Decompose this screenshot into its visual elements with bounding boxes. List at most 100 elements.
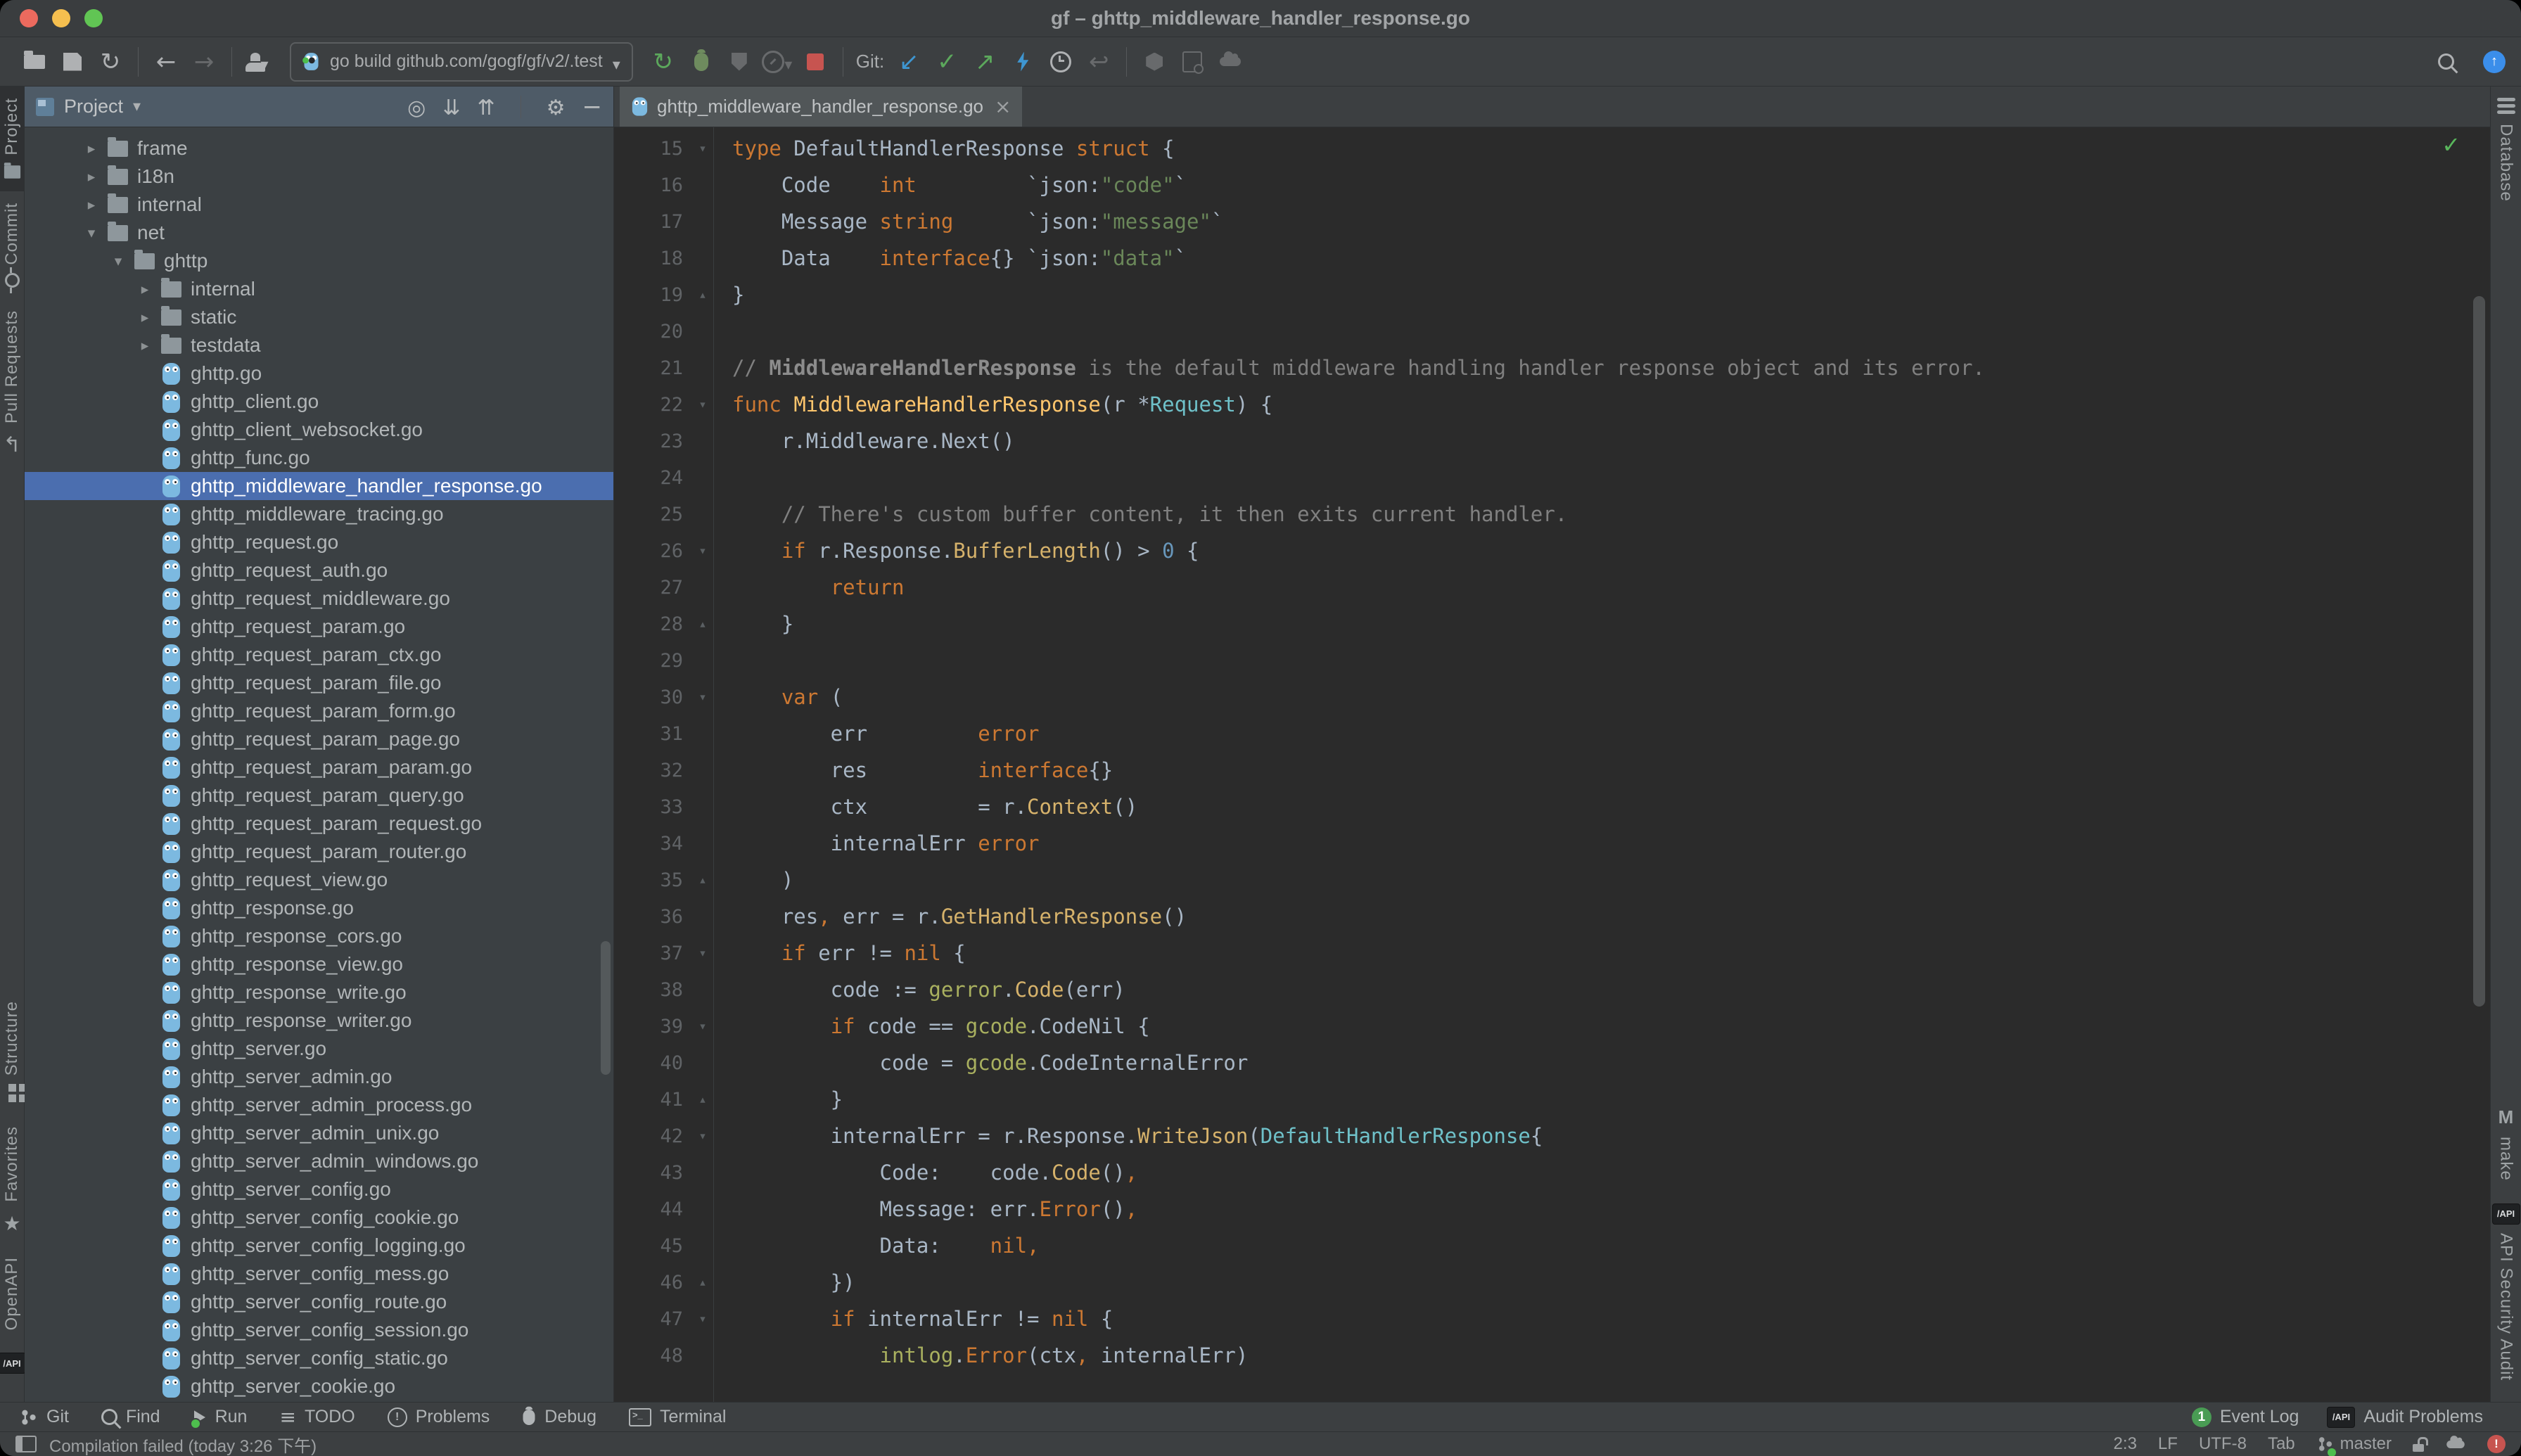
open-file-icon[interactable] [17,44,52,80]
tree-item-ghttp[interactable]: ▾ghttp [25,247,613,275]
code-line-23[interactable]: 23 r.Middleware.Next() [614,423,2490,459]
code-with-me-button[interactable] [242,44,277,80]
tool-button-openapi[interactable]: OpenAPI [0,1246,24,1341]
code-line-29[interactable]: 29 [614,642,2490,679]
toolwindow-toggle-icon[interactable] [15,1436,37,1452]
tree-item-ghttp_server_admin_process.go[interactable]: ghttp_server_admin_process.go [25,1091,613,1119]
chevron-down-icon[interactable]: ▾ [105,253,132,270]
search-everywhere-button[interactable] [2428,44,2463,80]
fold-open-icon[interactable]: ▾ [691,1128,714,1144]
caret-position[interactable]: 2:3 [2114,1434,2137,1454]
tool-button-api[interactable] [0,1341,24,1402]
code-line-28[interactable]: 28▴ } [614,606,2490,642]
tree-item-ghttp.go[interactable]: ghttp.go [25,359,613,388]
line-separator[interactable]: LF [2158,1434,2178,1454]
chevron-down-icon[interactable] [133,99,141,115]
tree-item-ghttp_request_param_query.go[interactable]: ghttp_request_param_query.go [25,781,613,810]
rollback-button[interactable] [1081,44,1116,80]
fold-open-icon[interactable]: ▾ [691,397,714,412]
tree-item-ghttp_server_admin_windows.go[interactable]: ghttp_server_admin_windows.go [25,1147,613,1175]
git-update-button[interactable] [891,44,926,80]
close-icon[interactable] [995,97,1011,117]
navigate-back-button[interactable] [148,44,184,80]
tool-button-pull-requests[interactable]: Pull Requests [0,299,24,467]
tree-item-frame[interactable]: ▸frame [25,134,613,162]
fold-close-icon[interactable]: ▴ [691,616,714,632]
tree-item-static[interactable]: ▸static [25,303,613,331]
fold-close-icon[interactable]: ▴ [691,287,714,302]
fold-close-icon[interactable]: ▴ [691,872,714,888]
code-line-42[interactable]: 42▾ internalErr = r.Response.WriteJson(D… [614,1118,2490,1154]
code-line-15[interactable]: 15▾type DefaultHandlerResponse struct { [614,130,2490,167]
tree-item-ghttp_server_config_logging.go[interactable]: ghttp_server_config_logging.go [25,1232,613,1260]
tree-item-ghttp_server_cookie.go[interactable]: ghttp_server_cookie.go [25,1372,613,1400]
editor-tab-active[interactable]: ghttp_middleware_handler_response.go [620,87,1022,127]
code-line-20[interactable]: 20 [614,313,2490,350]
chevron-right-icon[interactable]: ▸ [132,337,158,355]
tree-item-ghttp_middleware_tracing.go[interactable]: ghttp_middleware_tracing.go [25,500,613,528]
git-push-button[interactable] [967,44,1002,80]
tree-item-ghttp_client.go[interactable]: ghttp_client.go [25,388,613,416]
code-line-34[interactable]: 34 internalErr error [614,825,2490,862]
ide-update-button[interactable] [2483,51,2506,73]
tool-button-make[interactable]: make [2491,1095,2521,1192]
fold-open-icon[interactable]: ▾ [691,945,714,961]
save-all-icon[interactable] [55,44,90,80]
code-line-31[interactable]: 31 err error [614,715,2490,752]
close-window-button[interactable] [20,9,38,27]
run-button[interactable] [646,44,681,80]
code-line-16[interactable]: 16 Code int `json:"code"` [614,167,2490,203]
tree-item-ghttp_server.go[interactable]: ghttp_server.go [25,1035,613,1063]
coverage-button[interactable] [722,44,757,80]
code-line-41[interactable]: 41▴ } [614,1081,2490,1118]
toolwindow-button-debug[interactable]: Debug [522,1407,596,1427]
code-line-38[interactable]: 38 code := gerror.Code(err) [614,971,2490,1008]
toolwindow-button-run[interactable]: Run [193,1407,248,1427]
tree-item-ghttp_request_param_ctx.go[interactable]: ghttp_request_param_ctx.go [25,641,613,669]
error-indicator-icon[interactable] [2487,1435,2506,1453]
editor-scrollbar[interactable] [2473,296,2485,1007]
tree-item-ghttp_func.go[interactable]: ghttp_func.go [25,444,613,472]
code-line-17[interactable]: 17 Message string `json:"message"` [614,203,2490,240]
tree-item-ghttp_request_middleware.go[interactable]: ghttp_request_middleware.go [25,585,613,613]
minimize-window-button[interactable] [52,9,70,27]
tree-item-internal[interactable]: ▸internal [25,275,613,303]
tree-item-ghttp_response_write.go[interactable]: ghttp_response_write.go [25,978,613,1007]
tree-item-i18n[interactable]: ▸i18n [25,162,613,191]
tree-item-ghttp_server_config_session.go[interactable]: ghttp_server_config_session.go [25,1316,613,1344]
zoom-window-button[interactable] [84,9,103,27]
code-line-18[interactable]: 18 Data interface{} `json:"data"` [614,240,2490,276]
git-branch-widget[interactable]: master [2316,1434,2392,1454]
tool-button-project[interactable]: Project [0,87,24,191]
code-line-36[interactable]: 36 res, err = r.GetHandlerResponse() [614,898,2490,935]
tree-item-ghttp_request_param_param.go[interactable]: ghttp_request_param_param.go [25,753,613,781]
tool-button-structure[interactable]: Structure [0,990,24,1115]
gear-icon[interactable] [547,95,566,119]
inspection-ok-icon[interactable]: ✓ [2442,132,2461,158]
find-usages-button[interactable] [1175,44,1210,80]
code-line-22[interactable]: 22▾func MiddlewareHandlerResponse(r *Req… [614,386,2490,423]
tree-item-ghttp_request_param_request.go[interactable]: ghttp_request_param_request.go [25,810,613,838]
code-line-19[interactable]: 19▴} [614,276,2490,313]
tree-item-ghttp_middleware_handler_response.go[interactable]: ghttp_middleware_handler_response.go [25,472,613,500]
tree-item-ghttp_client_websocket.go[interactable]: ghttp_client_websocket.go [25,416,613,444]
code-line-30[interactable]: 30▾ var ( [614,679,2490,715]
tree-item-ghttp_server_config_mess.go[interactable]: ghttp_server_config_mess.go [25,1260,613,1288]
fold-close-icon[interactable]: ▴ [691,1275,714,1290]
chevron-right-icon[interactable]: ▸ [78,196,105,214]
cloud-button[interactable] [1213,44,1248,80]
code-line-47[interactable]: 47▾ if internalErr != nil { [614,1301,2490,1337]
fold-open-icon[interactable]: ▾ [691,689,714,705]
toolwindow-button-terminal[interactable]: Terminal [629,1407,726,1427]
tree-item-ghttp_request.go[interactable]: ghttp_request.go [25,528,613,556]
tree-item-ghttp_server_admin_unix.go[interactable]: ghttp_server_admin_unix.go [25,1119,613,1147]
fold-open-icon[interactable]: ▾ [691,543,714,558]
tree-item-ghttp_request_auth.go[interactable]: ghttp_request_auth.go [25,556,613,585]
tool-button-database[interactable]: Database [2491,87,2521,213]
cloud-sync-icon[interactable] [2446,1440,2465,1448]
shelve-button[interactable] [1137,44,1172,80]
code-line-48[interactable]: 48 intlog.Error(ctx, internalErr) [614,1337,2490,1374]
collapse-all-icon[interactable] [477,95,494,119]
code-line-26[interactable]: 26▾ if r.Response.BufferLength() > 0 { [614,532,2490,569]
lock-icon[interactable] [2413,1444,2424,1452]
